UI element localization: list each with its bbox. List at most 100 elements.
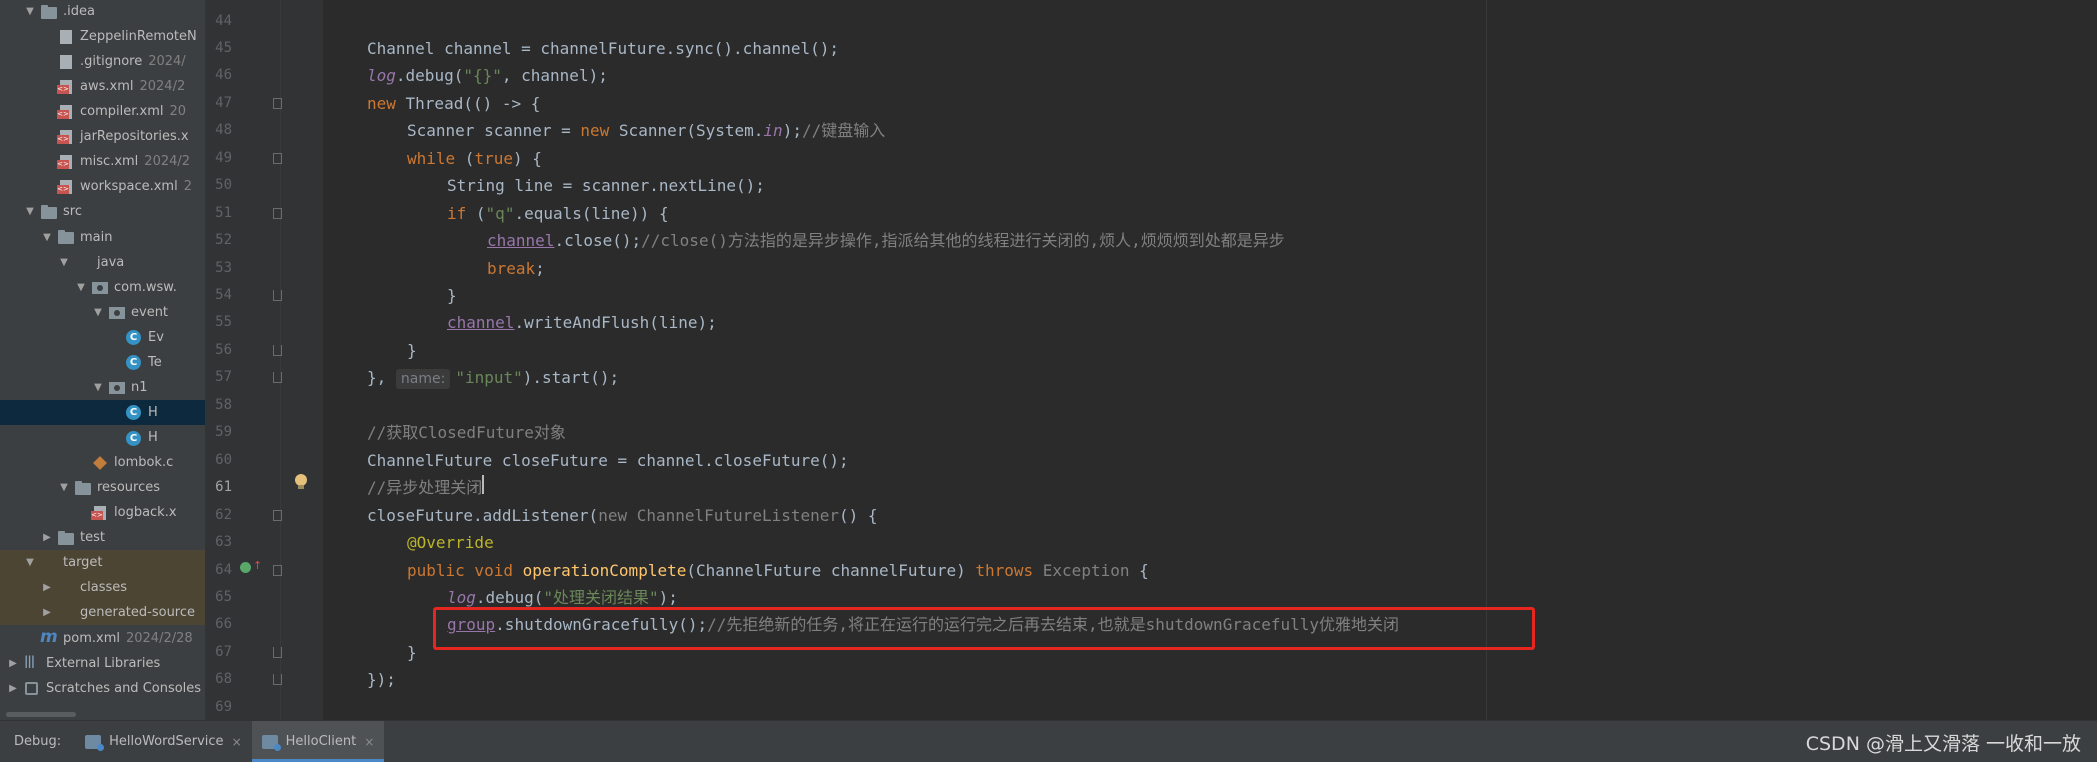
chevron-down-icon[interactable]: ▼ xyxy=(23,206,37,217)
fold-marker-icon[interactable] xyxy=(273,344,282,356)
tree-node-label: test xyxy=(80,530,105,546)
code-line: if ("q".equals(line)) { xyxy=(447,200,669,227)
debug-tab-helloclient[interactable]: HelloClient × xyxy=(251,721,385,762)
tree-node-label: event xyxy=(131,304,169,320)
tree-node[interactable]: ▼ main xyxy=(0,225,205,250)
code-token: if xyxy=(447,203,476,223)
chevron-right-icon[interactable]: ▶ xyxy=(6,683,20,694)
tree-node-label: com.wsw. xyxy=(114,279,177,295)
tree-node-label: ZeppelinRemoteN xyxy=(80,29,197,45)
chevron-right-icon[interactable]: ▶ xyxy=(40,582,54,593)
fold-marker-icon[interactable] xyxy=(273,152,282,164)
line-number: 62 xyxy=(215,506,232,523)
tree-node-timestamp: 2024/2 xyxy=(139,79,186,95)
debug-tool-bar: Debug: HelloWordService × HelloClient × xyxy=(0,720,2097,762)
chevron-down-icon[interactable]: ▼ xyxy=(23,557,37,568)
fold-marker-icon[interactable] xyxy=(273,207,282,219)
tree-node[interactable]: ▶ZeppelinRemoteN xyxy=(0,24,205,49)
code-line: //获取ClosedFuture对象 xyxy=(367,419,566,446)
tree-node[interactable]: ▼ com.wsw. xyxy=(0,275,205,300)
code-token: Thread(() -> { xyxy=(405,93,541,113)
code-token: //close()方法指的是异步操作,指派给其他的线程进行关闭的,烦人,烦烦烦到… xyxy=(641,231,1285,251)
tree-node[interactable]: ▶ classes xyxy=(0,575,205,601)
chevron-down-icon[interactable]: ▼ xyxy=(74,282,88,293)
tree-node[interactable]: ▶logback.x xyxy=(0,500,205,525)
tree-node[interactable]: ▶misc.xml2024/2 xyxy=(0,149,205,174)
debug-label: Debug: xyxy=(14,734,62,749)
tree-node[interactable]: ▶ test xyxy=(0,525,205,550)
line-number: 56 xyxy=(215,341,232,358)
close-icon[interactable]: × xyxy=(232,735,242,749)
tree-horizontal-scrollbar[interactable] xyxy=(6,712,76,717)
chevron-down-icon[interactable]: ▼ xyxy=(91,382,105,393)
tab-label: HelloWordService xyxy=(109,734,224,749)
tree-node[interactable]: ▶compiler.xml20 xyxy=(0,99,205,124)
tree-node[interactable]: ▶Te xyxy=(0,350,205,375)
code-line: @Override xyxy=(407,529,494,556)
line-number: 52 xyxy=(215,232,232,249)
line-number: 65 xyxy=(215,588,232,605)
tree-node[interactable]: ▶workspace.xml2 xyxy=(0,174,205,199)
tree-node-label: n1 xyxy=(131,379,148,395)
code-token: throws xyxy=(975,560,1043,580)
tree-node-label: target xyxy=(63,555,103,571)
tree-node-label: .idea xyxy=(63,4,95,20)
code-token: () { xyxy=(839,505,878,525)
tree-node[interactable]: ▶jarRepositories.x xyxy=(0,124,205,149)
code-token: ); xyxy=(782,121,802,141)
tree-node[interactable]: ▶pom.xml2024/2/28 xyxy=(0,626,205,651)
tree-node-label: generated-source xyxy=(80,605,196,621)
code-line: break; xyxy=(487,255,545,282)
file-icon xyxy=(57,54,75,70)
folder-orange-icon xyxy=(57,605,75,621)
line-number: 58 xyxy=(215,396,232,413)
override-method-icon[interactable] xyxy=(240,562,251,573)
chevron-down-icon[interactable]: ▼ xyxy=(57,257,71,268)
tree-node[interactable]: ▶H xyxy=(0,425,205,450)
tree-node[interactable]: ▼ .idea xyxy=(0,0,205,24)
tree-node[interactable]: ▶H xyxy=(0,399,205,425)
line-number: 53 xyxy=(215,259,232,276)
fold-marker-icon[interactable] xyxy=(273,509,282,521)
code-token: Exception xyxy=(1042,560,1130,580)
intention-bulb-icon[interactable] xyxy=(295,474,307,489)
line-number: 60 xyxy=(215,451,232,468)
tree-node[interactable]: ▼ resources xyxy=(0,475,205,500)
tree-node[interactable]: ▶aws.xml2024/2 xyxy=(0,74,205,99)
fold-marker-icon[interactable] xyxy=(273,290,282,301)
tree-node[interactable]: ▼ target xyxy=(0,550,205,576)
tree-node-label: logback.x xyxy=(114,505,177,521)
project-tree: ▼.idea▶ZeppelinRemoteN▶.gitignore2024/▶a… xyxy=(0,0,205,720)
tree-node[interactable]: ▶.gitignore2024/ xyxy=(0,49,205,74)
code-token: ChannelFuture closeFuture = channel.clos… xyxy=(367,450,849,470)
chevron-right-icon[interactable]: ▶ xyxy=(6,658,20,669)
xml-icon xyxy=(57,129,75,145)
code-token: channel xyxy=(447,313,515,333)
chevron-right-icon[interactable]: ▶ xyxy=(40,532,54,543)
fold-marker-icon[interactable] xyxy=(273,372,282,384)
fold-marker-icon[interactable] xyxy=(273,97,282,109)
tree-node[interactable]: ▼ java xyxy=(0,250,205,275)
close-icon[interactable]: × xyxy=(364,735,374,749)
tree-node[interactable]: ▶ External Libraries xyxy=(0,651,205,676)
chevron-down-icon[interactable]: ▼ xyxy=(23,6,37,17)
chevron-down-icon[interactable]: ▼ xyxy=(91,307,105,318)
tree-node[interactable]: ▶ generated-source xyxy=(0,600,205,626)
line-number: 49 xyxy=(215,149,232,166)
chevron-right-icon[interactable]: ▶ xyxy=(40,607,54,618)
tree-node-label: H xyxy=(148,430,158,446)
tree-node-label: Ev xyxy=(148,329,164,345)
fold-marker-icon[interactable] xyxy=(273,646,282,658)
fold-marker-icon[interactable] xyxy=(273,674,282,686)
fold-marker-icon[interactable] xyxy=(273,564,282,576)
tree-node[interactable]: ▼ event xyxy=(0,300,205,325)
debug-tab-hellowordservice[interactable]: HelloWordService × xyxy=(75,721,251,762)
line-number: 55 xyxy=(215,314,232,331)
tree-node[interactable]: ▶lombok.c xyxy=(0,450,205,475)
tree-node[interactable]: ▼ src xyxy=(0,199,205,224)
chevron-down-icon[interactable]: ▼ xyxy=(40,232,54,243)
chevron-down-icon[interactable]: ▼ xyxy=(57,482,71,493)
tree-node[interactable]: ▶Ev xyxy=(0,325,205,350)
tree-node[interactable]: ▼ n1 xyxy=(0,375,205,400)
tree-node[interactable]: ▶ Scratches and Consoles xyxy=(0,676,205,701)
